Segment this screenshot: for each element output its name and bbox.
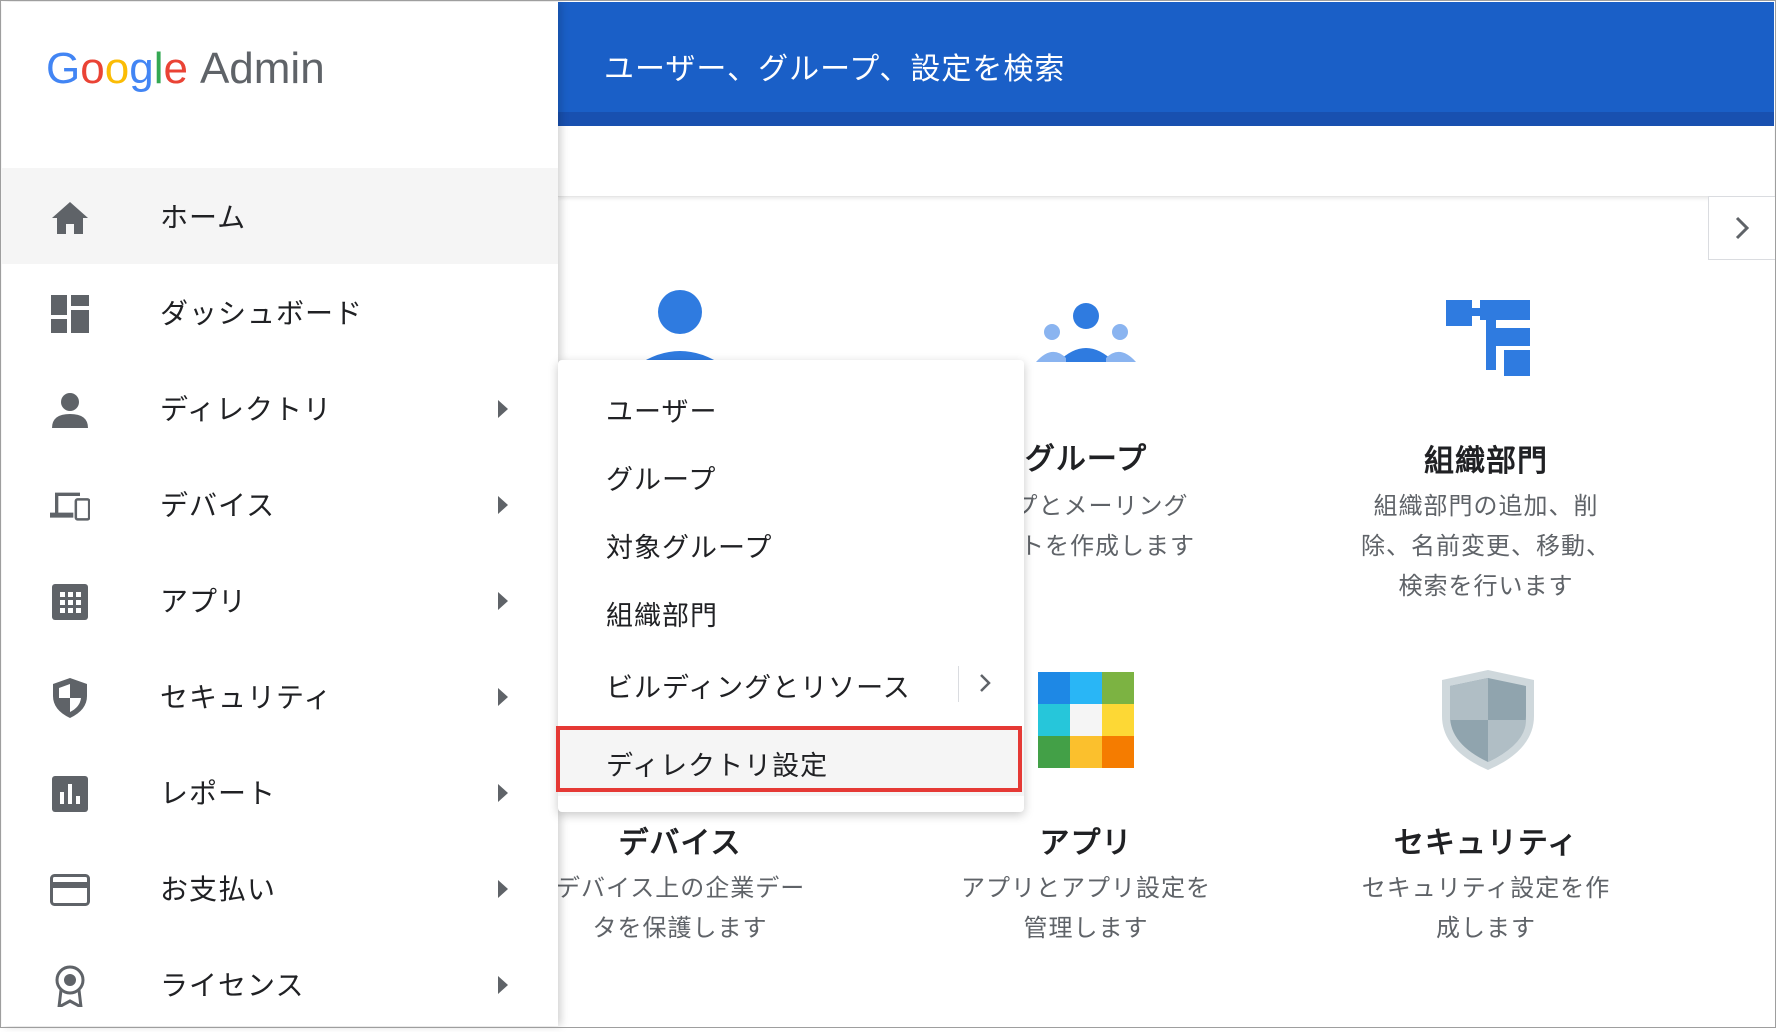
org-unit-desc-line1: 組織部門の追加、削 [1373,492,1599,520]
group-tile-icon [1036,303,1136,362]
person-icon [50,390,90,430]
sidebar-item-label: アプリ [160,585,248,618]
sidebar-item-billing[interactable]: お支払い [2,840,558,936]
group-tile-desc-line2: トを作成します [1020,532,1195,560]
sidebar-item-apps[interactable]: アプリ [2,552,558,648]
devices-tile-desc-line2: タを保護します [592,914,768,942]
home-icon [50,198,90,238]
apps-tile-desc-line1: アプリとアプリ設定を [961,874,1211,902]
google-admin-logo[interactable]: Google Admin [46,44,325,94]
group-tile-title[interactable]: グループ [1000,434,1172,478]
caret-right-icon [498,400,508,418]
sidebar-item-label: レポート [160,777,277,810]
sidebar-item-directory[interactable]: ディレクトリ [2,360,558,456]
sidebar-item-reports[interactable]: レポート [2,744,558,840]
sidebar-item-home[interactable]: ホーム [2,168,558,264]
security-tile-desc-line2: 成します [1436,914,1536,942]
license-icon [50,965,90,1007]
caret-right-icon [498,880,508,898]
search-bar-shade [558,112,1774,126]
caret-right-icon [498,592,508,610]
caret-right-icon [498,688,508,706]
org-unit-desc-line2: 除、名前変更、移動、 [1361,532,1611,560]
bar-chart-icon [50,774,90,814]
submenu-item-buildings-resources[interactable]: ビルディングとリソース [606,666,911,705]
security-tile-title[interactable]: セキュリティ [1356,818,1616,862]
security-tile-desc-line1: セキュリティ設定を作 [1361,874,1611,902]
org-unit-tile-title[interactable]: 組織部門 [1386,436,1586,480]
caret-right-icon [498,976,508,994]
expand-panel-button[interactable] [1708,196,1775,260]
submenu-item-groups[interactable]: グループ [606,458,716,497]
sidebar-item-label: ライセンス [160,969,305,1002]
apps-tile-desc-line2: 管理します [1023,914,1149,942]
sidebar-item-label: セキュリティ [160,681,333,714]
sidebar-item-label: ディレクトリ [160,393,333,426]
group-tile-desc-line1: ープとメーリング [990,492,1189,520]
apps-grid-icon [50,582,90,622]
sidebar-item-label: ホーム [160,201,247,234]
admin-logo-text: Admin [199,44,325,93]
submenu-item-users[interactable]: ユーザー [606,390,717,429]
apps-tile-title[interactable]: アプリ [986,818,1186,862]
security-tile-icon [1442,670,1534,770]
chevron-right-icon [1735,216,1750,240]
sidebar-item-devices[interactable]: デバイス [2,456,558,552]
caret-right-icon [498,784,508,802]
submenu-divider [958,666,959,702]
sidebar-item-label: お支払い [160,873,277,906]
sidebar-item-security[interactable]: セキュリティ [2,648,558,744]
sidebar-item-dashboard[interactable]: ダッシュボード [2,264,558,360]
google-logo-text: Google [46,44,188,93]
devices-icon [50,486,90,526]
submenu-item-target-groups[interactable]: 対象グループ [606,526,772,565]
devices-tile-desc-line1: デバイス上の企業デー [556,874,806,902]
search-input[interactable]: ユーザー、グループ、設定を検索 [604,44,1065,88]
org-unit-desc-line3: 検索を行います [1398,572,1574,600]
devices-tile-title[interactable]: デバイス [580,818,780,862]
sidebar-nav: ホーム ダッシュボード ディレクトリ デバイス アプリ セキュリティ レポート … [2,168,558,1032]
submenu-item-org-units[interactable]: 組織部門 [606,594,718,633]
org-unit-tile-icon [1446,300,1530,376]
shield-icon [50,678,90,718]
user-tile-icon [636,290,724,366]
sidebar-item-licenses[interactable]: ライセンス [2,936,558,1032]
sidebar-item-label: デバイス [160,489,276,522]
apps-tile-icon [1038,672,1134,768]
dashboard-icon [50,294,90,334]
sidebar: Google Admin ホーム ダッシュボード ディレクトリ デバイス アプリ… [2,2,558,1026]
highlight-annotation-box [556,726,1022,792]
caret-right-icon [498,496,508,514]
chevron-right-icon[interactable] [978,672,992,694]
sidebar-item-label: ダッシュボード [160,297,364,330]
secondary-bar [558,126,1774,197]
credit-card-icon [50,870,90,910]
